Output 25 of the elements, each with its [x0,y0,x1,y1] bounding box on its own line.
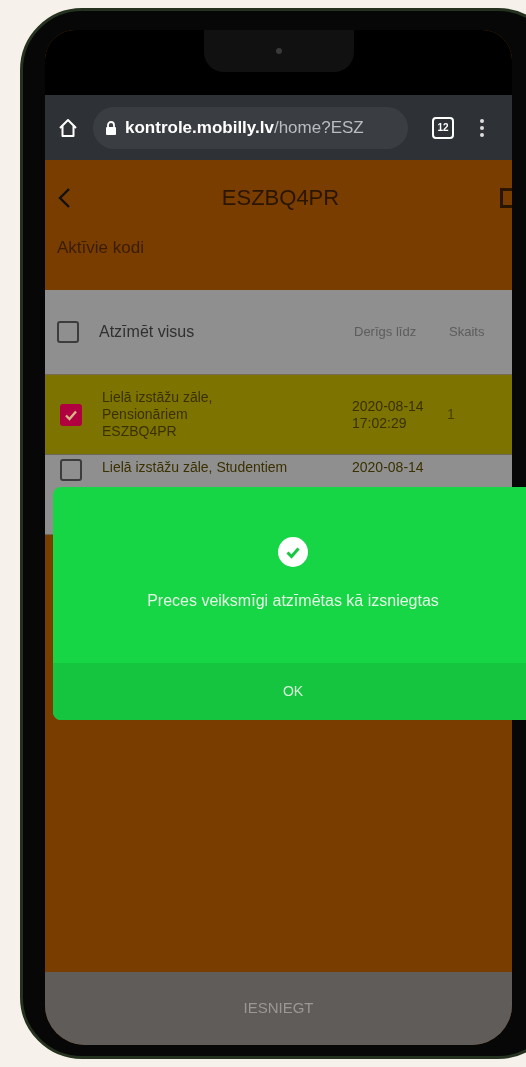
valid-until-date: 17:02:29 [352,414,408,432]
back-icon[interactable] [57,186,71,209]
url-text: kontrole.mobilly.lv/home?ESZ [125,116,364,139]
checkbox[interactable] [60,459,82,481]
check-circle-icon [278,537,308,567]
select-all-label[interactable]: Atzīmēt visus [99,320,334,344]
valid-until-date: 2020-08-14 [352,397,422,415]
item-name: Pensionāriem [102,406,189,423]
tab-count-button[interactable]: 12 [432,116,454,139]
kebab-menu-icon[interactable] [480,117,484,138]
checkbox[interactable] [57,321,79,343]
lock-icon [105,119,117,136]
item-name: ESZBQ4PR [102,423,178,440]
page-title: ESZBQ4PR [220,184,341,212]
section-title: Aktīvie kodi [57,237,144,259]
camera-icon [275,48,282,54]
item-name: Lielā izstāžu zāle, [102,389,214,406]
document-icon[interactable] [500,187,512,208]
url-field[interactable]: kontrole.mobilly.lv/home?ESZ [93,106,408,149]
valid-until-date: 2020-08-14 [352,459,422,476]
checkbox[interactable] [60,403,82,426]
dialog-message: Preces veiksmīgi atzīmētas kā izsniegtas [147,591,439,611]
item-name: Lielā izstāžu zāle, Studentiem [102,459,289,476]
home-icon[interactable] [57,116,79,139]
submit-button[interactable]: IESNIEGT [243,997,314,1020]
